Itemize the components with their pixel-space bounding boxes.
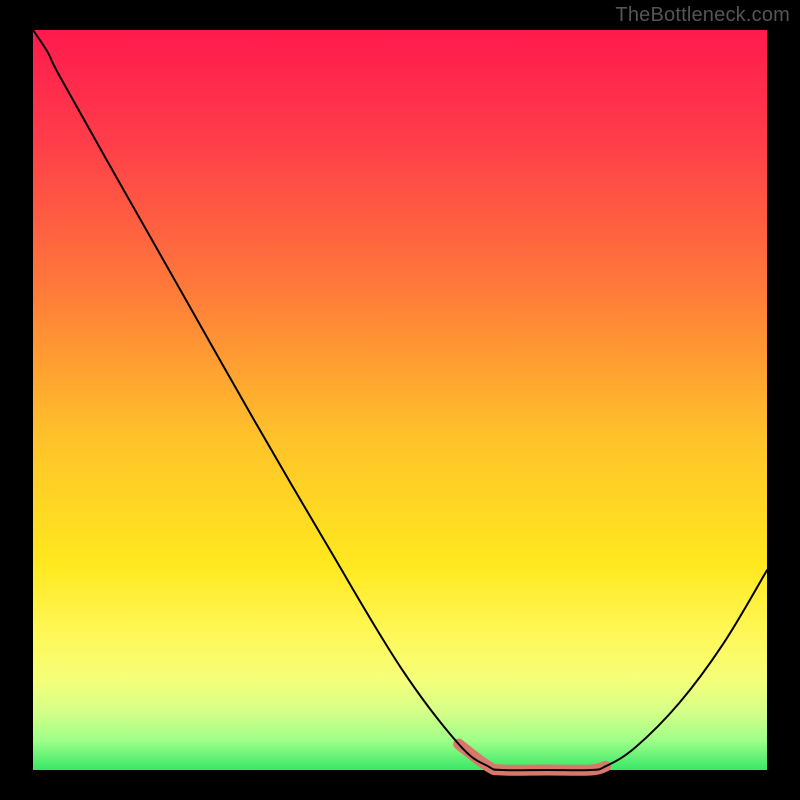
- attribution-label: TheBottleneck.com: [615, 4, 790, 27]
- plot-background: [33, 30, 767, 770]
- chart-container: TheBottleneck.com: [0, 0, 800, 800]
- bottleneck-plot: [0, 0, 800, 800]
